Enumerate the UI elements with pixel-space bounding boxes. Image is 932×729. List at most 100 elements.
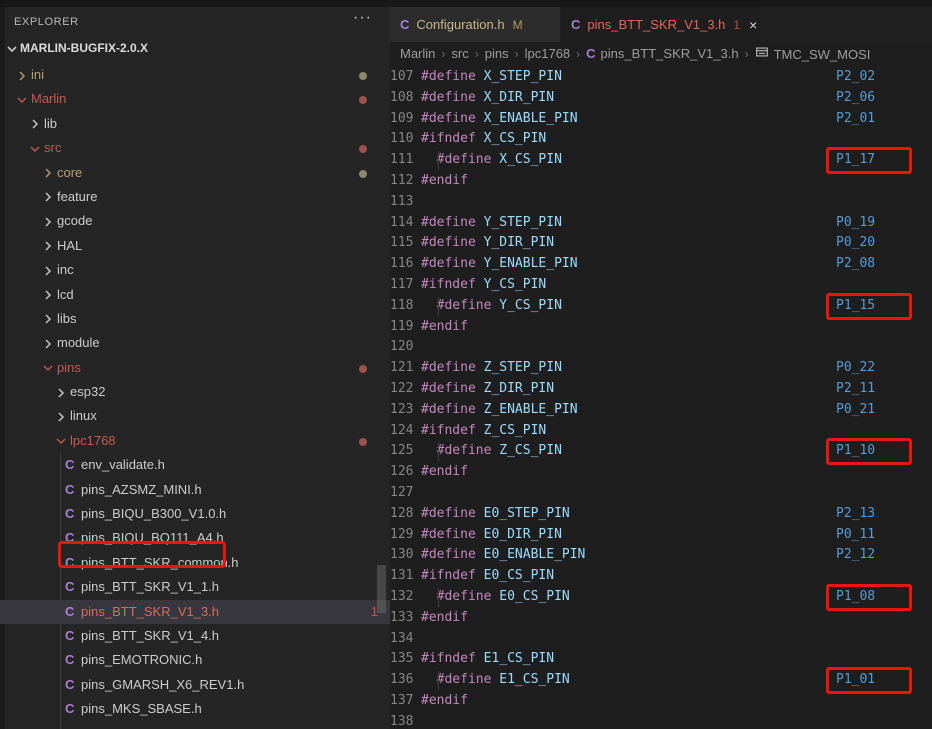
line-number[interactable]: 136 bbox=[390, 670, 421, 691]
code-line[interactable]: 112#endif bbox=[390, 171, 932, 192]
close-icon[interactable]: × bbox=[749, 17, 757, 33]
tree-item-folder[interactable]: core bbox=[0, 161, 390, 185]
tree-item-folder[interactable]: esp32 bbox=[0, 380, 390, 404]
line-number[interactable]: 130 bbox=[390, 545, 421, 566]
code-line[interactable]: 107#define X_STEP_PINP2_02 bbox=[390, 67, 932, 88]
tree-item-folder[interactable]: libs bbox=[0, 307, 390, 331]
line-number[interactable]: 121 bbox=[390, 358, 421, 379]
code-line[interactable]: 137#endif bbox=[390, 691, 932, 712]
workspace-root-item[interactable]: MARLIN-BUGFIX-2.0.X bbox=[0, 37, 390, 61]
line-number[interactable]: 113 bbox=[390, 192, 421, 213]
tree-item-folder[interactable]: HAL bbox=[0, 234, 390, 258]
tree-item-file[interactable]: Cpins_BTT_SKR_V1_4.h bbox=[0, 624, 390, 648]
line-number[interactable]: 115 bbox=[390, 233, 421, 254]
breadcrumb-item[interactable]: src bbox=[451, 46, 468, 61]
line-number[interactable]: 125 bbox=[390, 441, 421, 462]
tree-item-file[interactable]: Cpins_MKS_SBASE.h bbox=[0, 697, 390, 721]
tree-item-folder[interactable]: lib bbox=[0, 112, 390, 136]
code-line[interactable]: 133#endif bbox=[390, 608, 932, 629]
code-line[interactable]: 121#define Z_STEP_PINP0_22 bbox=[390, 358, 932, 379]
code-line[interactable]: 131#ifndef E0_CS_PIN bbox=[390, 566, 932, 587]
breadcrumb-item[interactable]: pins bbox=[485, 46, 509, 61]
code-line[interactable]: 109#define X_ENABLE_PINP2_01 bbox=[390, 109, 932, 130]
code-line[interactable]: 124#ifndef Z_CS_PIN bbox=[390, 421, 932, 442]
line-number[interactable]: 114 bbox=[390, 213, 421, 234]
line-number[interactable]: 124 bbox=[390, 421, 421, 442]
breadcrumb-item[interactable]: Marlin bbox=[400, 46, 435, 61]
tree-item-file[interactable]: Cpins_BTT_SKR_V1_1.h bbox=[0, 575, 390, 599]
code-line[interactable]: 135#ifndef E1_CS_PIN bbox=[390, 649, 932, 670]
code-line[interactable]: 130#define E0_ENABLE_PINP2_12 bbox=[390, 545, 932, 566]
line-number[interactable]: 137 bbox=[390, 691, 421, 712]
code-line[interactable]: 136 #define E1_CS_PINP1_01 bbox=[390, 670, 932, 691]
tree-item-folder[interactable]: feature bbox=[0, 185, 390, 209]
line-number[interactable]: 112 bbox=[390, 171, 421, 192]
breadcrumb-item[interactable]: lpc1768 bbox=[525, 46, 571, 61]
code-line[interactable]: 127 bbox=[390, 483, 932, 504]
tree-item-folder[interactable]: src bbox=[0, 136, 390, 160]
code-line[interactable]: 110#ifndef X_CS_PIN bbox=[390, 129, 932, 150]
code-line[interactable]: 113 bbox=[390, 192, 932, 213]
code-line[interactable]: 138 bbox=[390, 712, 932, 729]
tab-pins-btt-skr-v1-3-h[interactable]: C pins_BTT_SKR_V1_3.h 1 × bbox=[561, 7, 761, 42]
line-number[interactable]: 118 bbox=[390, 296, 421, 317]
line-number[interactable]: 110 bbox=[390, 129, 421, 150]
code-line[interactable]: 132 #define E0_CS_PINP1_08 bbox=[390, 587, 932, 608]
line-number[interactable]: 135 bbox=[390, 649, 421, 670]
tree-item-folder[interactable]: Marlin bbox=[0, 87, 390, 111]
tree-item-file[interactable]: Cpins_BIQU_B300_V1.0.h bbox=[0, 502, 390, 526]
line-number[interactable]: 108 bbox=[390, 88, 421, 109]
code-line[interactable]: 128#define E0_STEP_PINP2_13 bbox=[390, 504, 932, 525]
tree-item-file[interactable]: Cpins_AZSMZ_MINI.h bbox=[0, 478, 390, 502]
tree-item-file[interactable] bbox=[0, 722, 390, 729]
line-number[interactable]: 131 bbox=[390, 566, 421, 587]
line-number[interactable]: 107 bbox=[390, 67, 421, 88]
tree-item-file[interactable]: Cpins_EMOTRONIC.h bbox=[0, 648, 390, 672]
code-line[interactable]: 129#define E0_DIR_PINP0_11 bbox=[390, 525, 932, 546]
code-line[interactable]: 116#define Y_ENABLE_PINP2_08 bbox=[390, 254, 932, 275]
tree-item-file[interactable]: Cpins_BIQU_BQ111_A4.h bbox=[0, 526, 390, 550]
line-number[interactable]: 138 bbox=[390, 712, 421, 729]
line-number[interactable]: 127 bbox=[390, 483, 421, 504]
code-line[interactable]: 134 bbox=[390, 629, 932, 650]
code-line[interactable]: 118 #define Y_CS_PINP1_15 bbox=[390, 296, 932, 317]
line-number[interactable]: 119 bbox=[390, 317, 421, 338]
code-line[interactable]: 120 bbox=[390, 337, 932, 358]
tree-item-folder[interactable]: gcode bbox=[0, 209, 390, 233]
code-line[interactable]: 125 #define Z_CS_PINP1_10 bbox=[390, 441, 932, 462]
line-number[interactable]: 120 bbox=[390, 337, 421, 358]
tree-item-folder[interactable]: lpc1768 bbox=[0, 429, 390, 453]
tree-item-file[interactable]: Cpins_BTT_SKR_common.h bbox=[0, 551, 390, 575]
line-number[interactable]: 126 bbox=[390, 462, 421, 483]
line-number[interactable]: 111 bbox=[390, 150, 421, 171]
code-line[interactable]: 126#endif bbox=[390, 462, 932, 483]
sidebar-scrollbar-thumb[interactable] bbox=[377, 565, 386, 613]
line-number[interactable]: 132 bbox=[390, 587, 421, 608]
line-number[interactable]: 133 bbox=[390, 608, 421, 629]
code-line[interactable]: 122#define Z_DIR_PINP2_11 bbox=[390, 379, 932, 400]
line-number[interactable]: 122 bbox=[390, 379, 421, 400]
tree-item-folder[interactable]: inc bbox=[0, 258, 390, 282]
tree-item-folder[interactable]: ini bbox=[0, 63, 390, 87]
tree-item-folder[interactable]: lcd bbox=[0, 283, 390, 307]
tree-item-folder[interactable]: pins bbox=[0, 356, 390, 380]
code-line[interactable]: 111 #define X_CS_PINP1_17 bbox=[390, 150, 932, 171]
code-line[interactable]: 115#define Y_DIR_PINP0_20 bbox=[390, 233, 932, 254]
line-number[interactable]: 117 bbox=[390, 275, 421, 296]
tree-item-file[interactable]: Cpins_GMARSH_X6_REV1.h bbox=[0, 673, 390, 697]
code-line[interactable]: 114#define Y_STEP_PINP0_19 bbox=[390, 213, 932, 234]
breadcrumb-symbol-item[interactable]: TMC_SW_MOSI bbox=[755, 45, 871, 62]
breadcrumb-file-item[interactable]: Cpins_BTT_SKR_V1_3.h bbox=[586, 46, 738, 61]
line-number[interactable]: 116 bbox=[390, 254, 421, 275]
explorer-more-actions-icon[interactable]: ··· bbox=[353, 9, 372, 27]
tree-item-file[interactable]: Cpins_BTT_SKR_V1_3.h1 bbox=[0, 600, 390, 624]
code-line[interactable]: 117#ifndef Y_CS_PIN bbox=[390, 275, 932, 296]
line-number[interactable]: 123 bbox=[390, 400, 421, 421]
tree-item-file[interactable]: Cenv_validate.h bbox=[0, 453, 390, 477]
line-number[interactable]: 128 bbox=[390, 504, 421, 525]
code-line[interactable]: 119#endif bbox=[390, 317, 932, 338]
tab-configuration-h[interactable]: C Configuration.h M bbox=[390, 7, 560, 42]
line-number[interactable]: 129 bbox=[390, 525, 421, 546]
tree-item-folder[interactable]: module bbox=[0, 331, 390, 355]
tree-item-folder[interactable]: linux bbox=[0, 404, 390, 428]
